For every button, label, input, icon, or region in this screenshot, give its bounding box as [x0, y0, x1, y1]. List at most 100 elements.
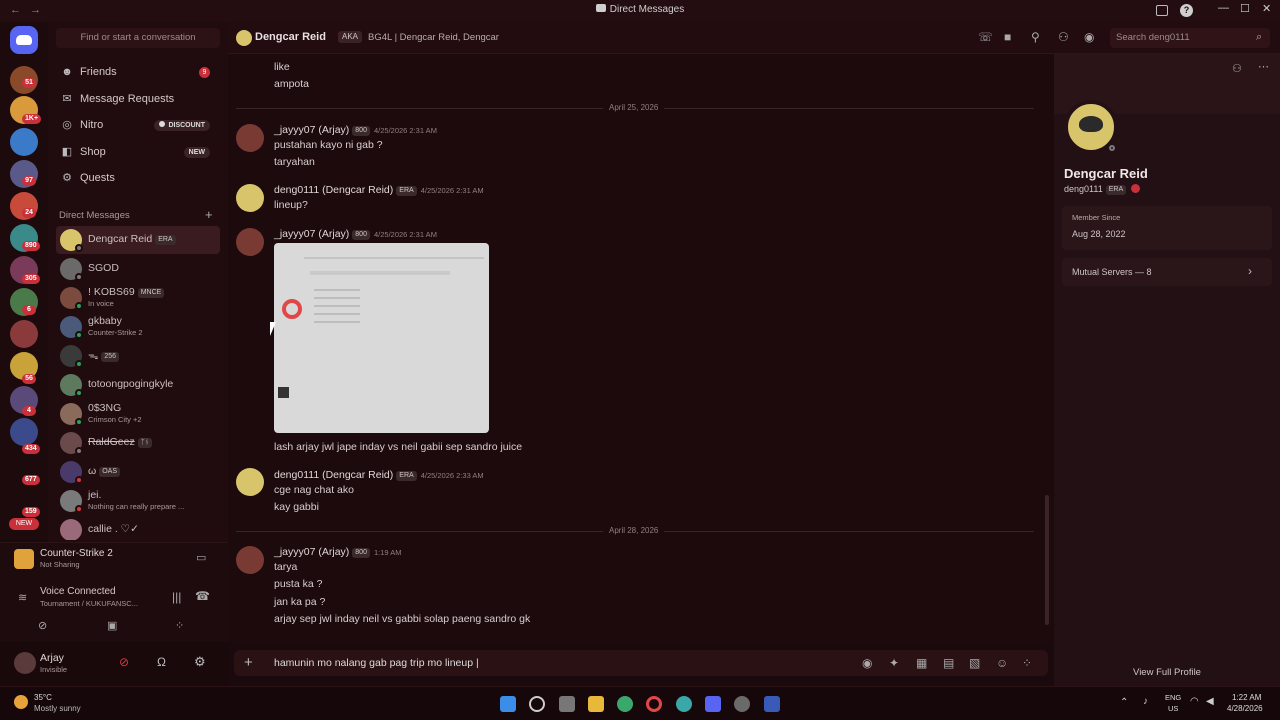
discord-home-icon[interactable] [10, 26, 38, 54]
user-avatar[interactable] [14, 652, 36, 674]
inbox-icon[interactable] [1156, 5, 1168, 16]
windows-start-icon[interactable] [500, 696, 516, 712]
message-avatar[interactable] [236, 468, 264, 496]
nav-quests[interactable]: ⚙ Quests [60, 168, 220, 188]
message-input[interactable]: hamunin mo nalang gab pag trip mo lineup… [274, 657, 479, 669]
dm-item-symbol[interactable]: ᯓ 256 [56, 342, 220, 370]
disconnect-icon[interactable]: ☎ [195, 589, 210, 603]
nav-friends[interactable]: ☻ Friends 9 [60, 62, 220, 82]
file-explorer-icon[interactable] [588, 696, 604, 712]
apps-icon[interactable]: ✦ [889, 656, 899, 670]
message-avatar[interactable] [236, 124, 264, 152]
app-taskbar-icon[interactable] [734, 696, 750, 712]
server-icon[interactable] [10, 320, 38, 348]
opera-icon[interactable] [646, 696, 662, 712]
activities-icon[interactable]: ⁘ [175, 619, 184, 632]
dm-item-gkbaby[interactable]: gkbaby Counter-Strike 2 [56, 313, 220, 341]
author-name[interactable]: deng0111 (Dengcar Reid) [274, 469, 393, 481]
message-avatar[interactable] [236, 546, 264, 574]
more-options-icon[interactable]: ⋯ [1258, 60, 1269, 73]
region[interactable]: US [1168, 704, 1178, 713]
activities-grid-icon[interactable]: ⁘ [1022, 656, 1032, 670]
nav-nitro[interactable]: ◎ Nitro DISCOUNT [60, 115, 220, 135]
video-call-icon[interactable]: ■ [1004, 30, 1011, 44]
task-view-icon[interactable] [559, 696, 575, 712]
server-badge: 890 [22, 241, 40, 251]
user-profile-icon[interactable]: ◉ [1084, 30, 1094, 44]
volume-icon[interactable]: ◀ [1206, 696, 1214, 707]
search-taskbar-icon[interactable] [529, 696, 545, 712]
tray-chevron-icon[interactable]: ⌃ [1120, 697, 1128, 708]
edge-icon[interactable] [676, 696, 692, 712]
add-friends-icon[interactable]: ⚇ [1058, 30, 1069, 44]
aka-names: BG4L | Dengcar Reid, Dengcar [368, 32, 499, 43]
screen-icon[interactable]: ▣ [107, 619, 117, 632]
dm-item-sgod[interactable]: SGOD [56, 255, 220, 283]
maximize-button[interactable]: ☐ [1240, 2, 1250, 15]
create-dm-button[interactable]: + [205, 207, 213, 222]
sticker-icon[interactable]: ▧ [969, 656, 980, 670]
message-header: deng0111 (Dengcar Reid) ERA 4/25/2026 2:33… [274, 469, 484, 481]
author-name[interactable]: _jayyy07 (Arjay) [274, 546, 349, 558]
mic-tray-icon[interactable]: ♪ [1143, 696, 1148, 707]
author-name[interactable]: deng0111 (Dengcar Reid) [274, 184, 393, 196]
nav-shop[interactable]: ◧ Shop NEW [60, 142, 220, 162]
header-name[interactable]: Dengcar Reid [255, 31, 326, 43]
author-name[interactable]: _jayyy07 (Arjay) [274, 228, 349, 240]
message-avatar[interactable] [236, 184, 264, 212]
server-icon[interactable] [10, 418, 38, 446]
voice-channel[interactable]: Tournament / KUKUFANSC... [40, 599, 138, 608]
view-full-profile-link[interactable]: View Full Profile [1054, 667, 1280, 678]
guild-tag: ERA [1105, 185, 1127, 195]
search-input[interactable]: Search deng0111 [1110, 28, 1270, 48]
help-icon[interactable]: ? [1180, 4, 1193, 17]
avatar [60, 519, 82, 540]
discord-taskbar-icon[interactable] [705, 696, 721, 712]
close-button[interactable]: ✕ [1262, 2, 1271, 15]
blurred-toolbar [304, 257, 484, 259]
status-dot [75, 302, 83, 310]
signal-icon[interactable]: ≋ [18, 591, 27, 604]
nav-message-requests[interactable]: ✉ Message Requests [60, 89, 220, 109]
minimize-button[interactable]: — [1218, 2, 1229, 14]
status-dot [75, 331, 83, 339]
add-friend-icon[interactable]: ⚇ [1232, 62, 1242, 75]
server-icon[interactable] [10, 128, 38, 156]
dm-item-totoongpogingkyle[interactable]: totoongpogingkyle [56, 371, 220, 399]
dm-item-0s3ng[interactable]: 0$3NG Crimson City +2 [56, 400, 220, 428]
voice-status[interactable]: Voice Connected [40, 586, 116, 597]
dm-item-raldgeez[interactable]: RaldGeez ᛉᚾ [56, 429, 220, 457]
image-attachment[interactable] [274, 243, 489, 433]
chrome-icon[interactable] [617, 696, 633, 712]
dm-item-kobs69[interactable]: ! KOBS69 MNCE In voice [56, 284, 220, 312]
mutual-servers-row[interactable]: Mutual Servers — 8 › [1062, 258, 1272, 286]
message-avatar[interactable] [236, 228, 264, 256]
network-icon[interactable]: ◠ [1190, 696, 1199, 707]
scrollbar[interactable] [1045, 495, 1049, 625]
gift-icon[interactable]: ▦ [916, 656, 927, 670]
settings-gear-icon[interactable]: ⚙ [194, 654, 206, 670]
camera-off-icon[interactable]: ⊘ [38, 619, 47, 632]
dm-item-dengcar-reid[interactable]: Dengcar Reid ERA [56, 226, 220, 254]
headphones-icon[interactable]: Ω [157, 655, 166, 669]
find-conversation-input[interactable]: Find or start a conversation [56, 28, 220, 48]
eye-icon[interactable]: ◉ [862, 656, 872, 670]
pin-icon[interactable]: ⚲ [1031, 30, 1040, 44]
author-name[interactable]: _jayyy07 (Arjay) [274, 124, 349, 136]
app2-taskbar-icon[interactable] [764, 696, 780, 712]
screen-share-icon[interactable]: ▭ [196, 551, 206, 564]
language[interactable]: ENG [1165, 693, 1181, 702]
attach-plus-icon[interactable]: + [244, 654, 253, 671]
clock-time[interactable]: 1:22 AM [1232, 693, 1261, 702]
dm-item-callie[interactable]: callie . ♡✓ [56, 516, 220, 540]
mic-muted-icon[interactable]: ⊘ [119, 655, 129, 669]
gif-icon[interactable]: ▤ [943, 656, 954, 670]
noise-suppression-icon[interactable]: ||| [172, 590, 181, 604]
emoji-icon[interactable]: ☺ [996, 656, 1008, 670]
message-composer[interactable]: + hamunin mo nalang gab pag trip mo line… [234, 650, 1048, 676]
dm-item-jei[interactable]: jei. Nothing can really prepare ... [56, 487, 220, 515]
new-servers-pill[interactable]: NEW [9, 518, 39, 530]
clock-date[interactable]: 4/28/2026 [1227, 704, 1263, 713]
dm-item-omega[interactable]: ω OAS [56, 458, 220, 486]
voice-call-icon[interactable]: ☏ [978, 30, 993, 44]
